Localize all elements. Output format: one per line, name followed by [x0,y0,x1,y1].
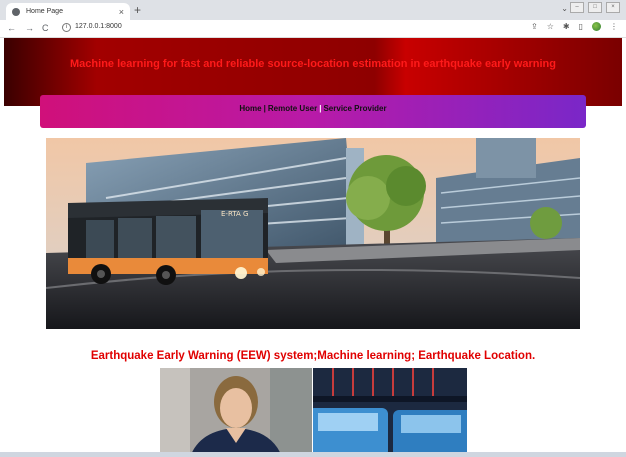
portrait-photo [160,368,312,457]
browser-tab[interactable]: Home Page × [6,3,130,20]
buses-illustration [313,368,467,457]
browser-tab-strip: Home Page × + ⌄ – □ × [0,0,626,20]
back-arrow-icon[interactable]: ← [7,23,16,33]
maximize-icon[interactable]: □ [588,2,602,13]
minimize-icon[interactable]: – [570,2,584,13]
nav-menu: Home | Remote User | Service Provider [40,104,586,113]
globe-icon [12,7,20,16]
bus-city-illustration: E-RTA G [46,138,580,329]
sidepanel-icon[interactable]: ▯ [579,22,583,31]
nav-link-remote-user[interactable]: Remote User [268,104,317,113]
nav-separator: | [263,104,266,113]
extensions-icon[interactable]: ✱ [563,22,570,31]
buses-photo [313,368,467,457]
nav-link-service-provider[interactable]: Service Provider [323,104,386,113]
bus-sign-text: E-RTA G [221,210,248,218]
browser-toolbar: ⇪ ☆ ✱ ▯ ⋮ [531,22,618,31]
profile-avatar-icon[interactable] [592,22,601,31]
forward-arrow-icon[interactable]: → [25,23,34,33]
site-title: Machine learning for fast and reliable s… [70,58,556,70]
share-icon[interactable]: ⇪ [531,22,538,31]
url-text: 127.0.0.1:8000 [75,23,122,30]
woman-portrait-illustration [160,368,312,457]
url-field[interactable]: i 127.0.0.1:8000 [62,23,122,32]
tab-title: Home Page [26,8,63,15]
close-window-icon[interactable]: × [606,2,620,13]
bookmark-star-icon[interactable]: ☆ [547,22,554,31]
main-navigation: Home | Remote User | Service Provider [40,95,586,128]
new-tab-button[interactable]: + [134,3,141,17]
nav-link-home[interactable]: Home [239,104,261,113]
reload-icon[interactable]: C [42,23,49,33]
chevron-down-icon[interactable]: ⌄ [561,4,568,13]
info-icon: i [62,23,71,32]
nav-separator: | [319,104,322,113]
address-bar: ← → C i 127.0.0.1:8000 ⇪ ☆ ✱ ▯ ⋮ [0,20,626,38]
window-controls: – □ × [570,2,620,13]
more-menu-icon[interactable]: ⋮ [610,22,618,31]
os-taskbar [0,452,626,457]
tab-close-button[interactable]: × [119,7,124,17]
banner-image: E-RTA G [46,138,580,329]
keywords-heading: Earthquake Early Warning (EEW) system;Ma… [90,350,536,362]
